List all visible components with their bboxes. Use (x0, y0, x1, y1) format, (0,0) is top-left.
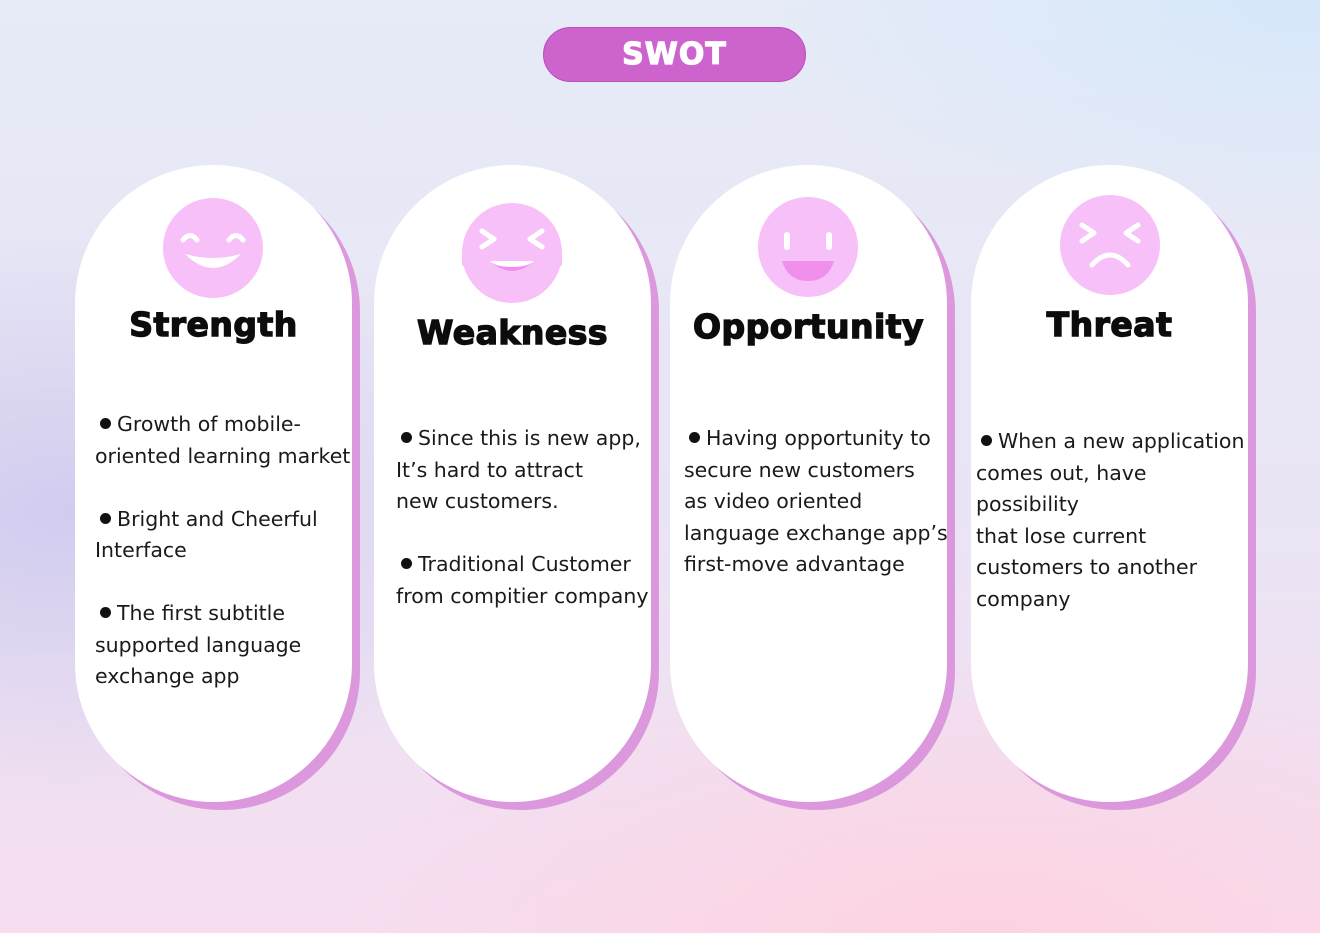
threat-card: Threat When a new application comes out,… (971, 165, 1256, 810)
list-item: Bright and Cheerful Interface (95, 506, 318, 563)
list-item: The first subtitle supported language ex… (95, 601, 302, 688)
frowning-face-icon (1060, 195, 1160, 295)
opportunity-points: Having opportunity to secure new custome… (684, 423, 947, 581)
strength-points: Growth of mobile- oriented learning mark… (95, 409, 352, 693)
bullet-icon (100, 607, 111, 618)
list-item: When a new application comes out, have p… (976, 429, 1245, 611)
threat-points: When a new application comes out, have p… (976, 426, 1248, 615)
swot-title: SWOT (543, 27, 806, 82)
smiling-face-icon (758, 197, 858, 297)
laughing-tears-face-icon (462, 203, 562, 303)
bullet-icon (401, 558, 412, 569)
card-title: Opportunity (692, 306, 925, 346)
list-item: Growth of mobile- oriented learning mark… (95, 412, 351, 468)
bullet-icon (401, 432, 412, 443)
bullet-icon (100, 418, 111, 429)
strength-card: Strength Growth of mobile- oriented lear… (75, 165, 360, 810)
list-item: Having opportunity to secure new custome… (684, 426, 947, 576)
opportunity-card: Opportunity Having opportunity to secure… (670, 165, 955, 810)
card-body: Threat When a new application comes out,… (971, 165, 1248, 802)
list-item: Traditional Customer from compitier comp… (396, 552, 649, 608)
bullet-icon (100, 512, 111, 524)
weakness-points: Since this is new app, It’s hard to attr… (396, 423, 651, 612)
card-title: Weakness (416, 312, 608, 352)
card-title: Strength (129, 304, 298, 344)
weakness-card: Weakness Since this is new app, It’s har… (374, 165, 659, 810)
card-body: Strength Growth of mobile- oriented lear… (75, 165, 352, 802)
card-title: Threat (1046, 304, 1173, 344)
list-item: Since this is new app, It’s hard to attr… (396, 426, 641, 513)
card-body: Opportunity Having opportunity to secure… (670, 165, 947, 802)
happy-face-icon (163, 198, 263, 298)
bullet-icon (689, 432, 700, 443)
bullet-icon (981, 435, 992, 446)
card-body: Weakness Since this is new app, It’s har… (374, 165, 651, 802)
